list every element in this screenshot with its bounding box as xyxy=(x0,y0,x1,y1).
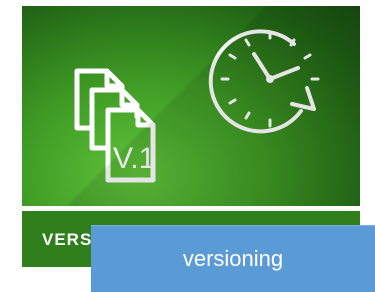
tooltip-label: versioning xyxy=(182,246,284,271)
tile-graphic: V.1 xyxy=(74,29,320,183)
version-badge: V.1 xyxy=(113,142,155,175)
tile-footer-label: VERS xyxy=(42,230,93,249)
clock-history-icon xyxy=(208,29,320,134)
versioning-tile[interactable]: V.1 xyxy=(22,6,360,206)
tooltip: versioning xyxy=(91,225,375,292)
